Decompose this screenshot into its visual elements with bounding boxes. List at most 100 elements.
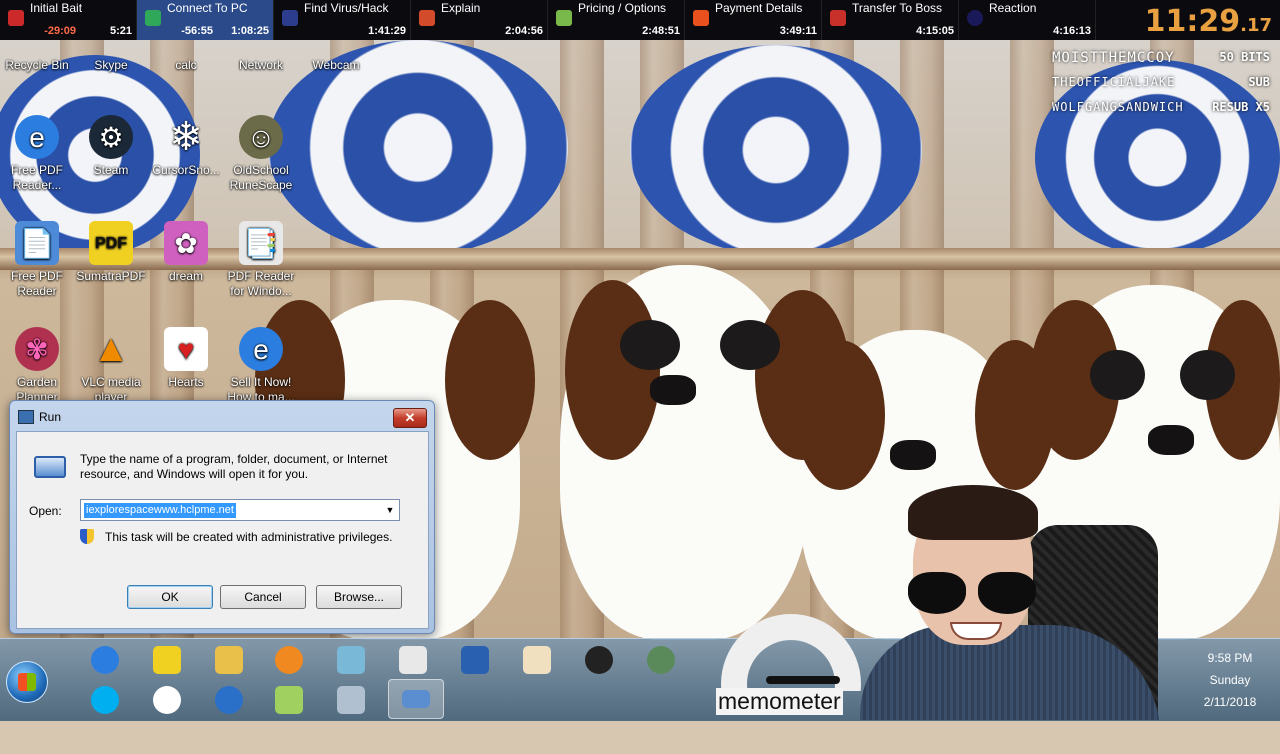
money-icon: [556, 10, 572, 26]
taskbar-internet-explorer[interactable]: [82, 641, 128, 679]
desktop-icon-steam[interactable]: ⚙ Steam: [74, 115, 148, 178]
run-body: Type the name of a program, folder, docu…: [16, 431, 429, 629]
dialog-title: Run: [39, 410, 62, 424]
segment-label: Connect To PC: [167, 1, 248, 15]
segment-label: Pricing / Options: [578, 1, 667, 15]
skype-icon: [91, 686, 119, 714]
segment-payment: Payment Details 3:49:11: [685, 0, 822, 40]
taskbar-mahjong[interactable]: [514, 641, 560, 679]
taskbar-cursor-snow[interactable]: [144, 681, 190, 719]
alert-kind: SUB: [1248, 75, 1270, 89]
icon-label: SumatraPDF: [76, 269, 146, 283]
desktop-icon-sumatrapdf[interactable]: PDF SumatraPDF: [74, 221, 148, 284]
segment-initial-bait: Initial Bait -29:09 5:21: [0, 0, 137, 40]
memometer-gauge: [721, 614, 861, 691]
icon-label: dream: [168, 269, 203, 283]
sunglasses-lens: [978, 572, 1036, 614]
desktop-icon-sell-it-now[interactable]: e Sell It Now! How to ma...: [224, 327, 298, 405]
taskbar-dell[interactable]: [576, 641, 622, 679]
bait-icon: [8, 10, 24, 26]
memometer-needle: [766, 676, 840, 684]
cancel-button[interactable]: Cancel: [220, 585, 306, 609]
chevron-down-icon[interactable]: ▼: [381, 500, 399, 520]
desktop-icon-vlc[interactable]: ▲ VLC media player: [74, 327, 148, 405]
runescape-icon: ☺: [239, 115, 283, 159]
open-input-value[interactable]: iexplorespacewww.hclpme.net: [84, 503, 236, 518]
stream-progress-bar: Initial Bait -29:09 5:21 Connect To PC -…: [0, 0, 1280, 40]
segment-pricing: Pricing / Options 2:48:51: [548, 0, 685, 40]
run-program-icon: [34, 456, 66, 478]
system-tray-clock[interactable]: 9:58 PM Sunday 2/11/2018: [1180, 638, 1280, 720]
dream-icon: ✿: [164, 221, 208, 265]
virus-icon: [282, 10, 298, 26]
icon-label: Skype: [94, 58, 128, 72]
shield-icon: [145, 10, 161, 26]
alerts-overlay: MOISTTHEMCCOY 50 BITS THEOFFICIALJAKE SUB …: [1040, 44, 1280, 119]
taskbar-calculator[interactable]: [328, 681, 374, 719]
desktop-icon-cursorsnow[interactable]: ❄ CursorSno...: [149, 115, 223, 178]
desktop-icon-free-pdf-reader-2[interactable]: 📄 Free PDF Reader: [0, 221, 74, 299]
run-description: Type the name of a program, folder, docu…: [80, 452, 388, 481]
icon-label: CursorSno...: [152, 163, 220, 177]
segment-reaction: Reaction 4:16:13: [959, 0, 1096, 40]
pdf-reader-icon: 📄: [15, 221, 59, 265]
memometer-label: memometer: [716, 688, 843, 715]
sumatra-pdf-icon: [153, 646, 181, 674]
taskbar-planet[interactable]: [206, 681, 252, 719]
start-button[interactable]: [6, 661, 48, 703]
pdf-document-icon: 📑: [239, 221, 283, 265]
desktop-icon-webcam[interactable]: Webcam: [299, 42, 373, 73]
snowflake-icon: [153, 686, 181, 714]
segment-time: 4:15:05: [916, 25, 954, 37]
desktop-icon-garden-planner[interactable]: ✾ Garden Planner: [0, 327, 74, 405]
ok-button[interactable]: OK: [127, 585, 213, 609]
alert-user: MOISTTHEMCCOY: [1052, 50, 1175, 66]
taskbar-magnifier[interactable]: [452, 641, 498, 679]
segment-label: Initial Bait: [30, 1, 83, 15]
transfer-icon: [830, 10, 846, 26]
chess-icon: [647, 646, 675, 674]
desktop-icon-free-pdf-reader[interactable]: e Free PDF Reader...: [0, 115, 74, 193]
desktop-icon-runescape[interactable]: ☺ OldSchool RuneScape: [224, 115, 298, 193]
segment-time: 3:49:11: [779, 25, 817, 37]
desktop-icon-pdf-reader-windows[interactable]: 📑 PDF Reader for Windo...: [224, 221, 298, 299]
media-player-icon: [275, 646, 303, 674]
internet-explorer-icon: [91, 646, 119, 674]
alert-row: MOISTTHEMCCOY 50 BITS: [1040, 44, 1280, 69]
taskbar-solitaire[interactable]: [390, 641, 436, 679]
run-dialog: Run ✕ Type the name of a program, folder…: [9, 400, 435, 634]
icon-label: Network: [238, 58, 283, 72]
taskbar-run[interactable]: [388, 679, 444, 719]
desktop-icon-calc[interactable]: calc: [149, 42, 223, 73]
segment-label: Reaction: [989, 1, 1037, 15]
desktop-icon-hearts[interactable]: ♥ Hearts: [149, 327, 223, 390]
sumatra-pdf-icon: PDF: [89, 221, 133, 265]
browse-button[interactable]: Browse...: [316, 585, 402, 609]
taskbar-chess[interactable]: [638, 641, 684, 679]
desktop-icon-network[interactable]: Network: [224, 42, 298, 73]
open-combobox[interactable]: iexplorespacewww.hclpme.net ▼: [80, 499, 400, 521]
segment-time: 2:48:51: [642, 25, 680, 37]
icon-label: OldSchool RuneScape: [229, 163, 293, 192]
taskbar-media-player[interactable]: [266, 641, 312, 679]
alert-user: WOLFGANGSANDWICH: [1052, 100, 1184, 114]
run-icon: [402, 690, 430, 708]
alert-kind: 50 BITS: [1219, 50, 1270, 64]
desktop-icon-skype[interactable]: Skype: [74, 42, 148, 73]
open-label: Open:: [29, 504, 62, 518]
segment-time: 5:21: [109, 25, 132, 37]
run-titlebar[interactable]: Run ✕: [10, 401, 434, 431]
taskbar-sumatra-pdf[interactable]: [144, 641, 190, 679]
icon-label: Free PDF Reader...: [10, 163, 63, 192]
close-button[interactable]: ✕: [393, 408, 427, 428]
taskbar-sticky-notes[interactable]: [266, 681, 312, 719]
taskbar-file-explorer[interactable]: [206, 641, 252, 679]
segment-time: 4:16:13: [1053, 25, 1091, 37]
segment-label: Payment Details: [715, 1, 803, 15]
desktop-icon-recycle-bin[interactable]: Recycle Bin: [0, 42, 74, 73]
desktop-icon-dream[interactable]: ✿ dream: [149, 221, 223, 284]
taskbar-skype[interactable]: [82, 681, 128, 719]
taskbar-notepad[interactable]: [328, 641, 374, 679]
reaction-icon: [967, 10, 983, 26]
sunglasses-lens: [908, 572, 966, 614]
